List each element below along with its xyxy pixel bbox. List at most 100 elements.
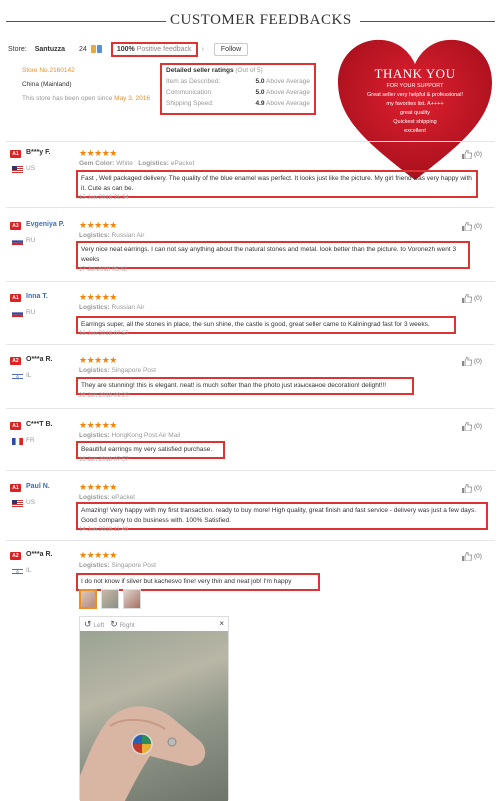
review-meta: Logistics: Singapore Post xyxy=(79,367,156,374)
divider xyxy=(6,408,495,409)
buyer-level-badge: A1 xyxy=(10,150,21,158)
thank-you-line: Great seller very helpful & professional… xyxy=(367,92,463,98)
review-photo-thumbnails xyxy=(79,589,141,609)
rotate-right-button[interactable]: ↻ Right xyxy=(110,619,135,630)
thank-you-heart: THANK YOU FOR YOUR SUPPORT Great seller … xyxy=(330,30,500,190)
ratings-subtitle: (Out of 5) xyxy=(235,67,263,74)
buyer-level-badge: A2 xyxy=(10,357,21,365)
thumbs-up-icon xyxy=(462,422,472,431)
medal-icon xyxy=(90,44,103,55)
rating-row: Communication: 5.0 Above Average xyxy=(166,89,310,96)
helpful-button[interactable]: (0) xyxy=(462,222,482,231)
buyer-level-badge: A1 xyxy=(10,422,21,430)
review-photo xyxy=(80,631,228,801)
review-date: 28 Jun 2018 09:20 xyxy=(79,393,129,399)
rating-stars: ★★★★★ xyxy=(79,148,117,158)
store-info: Store No.2160142 China (Mainland) This s… xyxy=(22,64,150,104)
store-label: Store: xyxy=(8,46,27,53)
divider xyxy=(6,540,495,541)
photo-thumbnail[interactable] xyxy=(101,589,119,609)
buyer-country: US xyxy=(26,499,36,506)
follow-button[interactable]: Follow xyxy=(213,43,249,56)
thank-you-line: Quickest shipping xyxy=(393,119,437,125)
helpful-button[interactable]: (0) xyxy=(462,357,482,366)
ru-flag-icon xyxy=(12,238,23,245)
fr-flag-icon xyxy=(12,438,23,445)
viewer-toolbar: ↺ Left ↻ Right × xyxy=(80,617,228,631)
buyer-name: Paul N. xyxy=(26,483,50,490)
buyer-country: RU xyxy=(26,237,36,244)
chevron-down-icon[interactable]: › xyxy=(202,46,204,53)
review-date: 16 Jun 2018 07:57 xyxy=(79,331,129,337)
helpful-button[interactable]: (0) xyxy=(462,294,482,303)
close-icon[interactable]: × xyxy=(219,619,224,628)
rotate-right-icon: ↻ xyxy=(110,618,118,629)
thank-you-title: THANK YOU xyxy=(374,66,456,81)
il-flag-icon xyxy=(12,568,23,575)
store-bar: Store: Santuzza 24 100% Positive feedbac… xyxy=(8,42,249,57)
helpful-button[interactable]: (0) xyxy=(462,150,482,159)
thank-you-line: FOR YOUR SUPPORT xyxy=(386,83,444,89)
thumbs-up-icon xyxy=(462,222,472,231)
buyer-name: C***T B. xyxy=(26,421,53,428)
review-date: 17 Jul 2018 06:42 xyxy=(79,267,127,273)
review-date: 14 Jun 2018 11:49 xyxy=(79,527,129,533)
helpful-button[interactable]: (0) xyxy=(462,484,482,493)
ru-flag-icon xyxy=(12,310,23,317)
divider xyxy=(6,470,495,471)
rotate-left-button[interactable]: ↺ Left xyxy=(84,619,104,630)
buyer-name: Evgeniya P. xyxy=(26,221,65,228)
us-flag-icon xyxy=(12,500,23,507)
rating-stars: ★★★★★ xyxy=(79,292,117,302)
earring-photo-image xyxy=(80,706,206,801)
thank-you-line: my favorites list. A++++ xyxy=(386,101,444,107)
store-name[interactable]: Santuzza xyxy=(35,46,65,53)
buyer-country: US xyxy=(26,165,36,172)
buyer-name: Inna T. xyxy=(26,293,48,300)
buyer-level-badge: A1 xyxy=(10,294,21,302)
buyer-level-badge: A2 xyxy=(10,552,21,560)
divider xyxy=(6,281,495,282)
divider xyxy=(6,141,495,142)
thumbs-up-icon xyxy=(462,357,472,366)
thumbs-up-icon xyxy=(462,484,472,493)
review-meta: Logistics: Russian Air xyxy=(79,232,145,239)
header-rule-left xyxy=(6,21,166,22)
rating-row: Item as Described: 5.0 Above Average xyxy=(166,78,310,85)
store-number[interactable]: Store No.2160142 xyxy=(22,64,150,78)
buyer-country: FR xyxy=(26,437,35,444)
rating-stars: ★★★★★ xyxy=(79,220,117,230)
buyer-country: IL xyxy=(26,372,32,379)
us-flag-icon xyxy=(12,166,23,173)
header-rule-right xyxy=(360,21,495,22)
rating-row: Shipping Speed: 4.9 Above Average xyxy=(166,100,310,107)
review-comment: Very nice neat earrings. I can not say a… xyxy=(76,241,470,269)
review-meta: Logistics: HongKong Post Air Mail xyxy=(79,432,181,439)
rating-stars: ★★★★★ xyxy=(79,550,117,560)
page-title: CUSTOMER FEEDBACKS xyxy=(170,12,352,28)
store-age: This store has been open since May 3, 20… xyxy=(22,95,150,102)
review-meta: Gem Color: White Logistics: ePacket xyxy=(79,160,195,167)
thumbs-up-icon xyxy=(462,552,472,561)
helpful-button[interactable]: (0) xyxy=(462,422,482,431)
photo-thumbnail[interactable] xyxy=(123,589,141,609)
helpful-button[interactable]: (0) xyxy=(462,552,482,561)
review-date: 16 Jun 2018 07:57 xyxy=(79,457,129,463)
positive-feedback: 100% Positive feedback xyxy=(110,42,198,57)
buyer-name: O***a R. xyxy=(26,551,53,558)
thumbs-up-icon xyxy=(462,294,472,303)
photo-thumbnail[interactable] xyxy=(79,589,97,609)
review-comment: Earrings super, all the stones in place,… xyxy=(76,316,456,334)
buyer-country: RU xyxy=(26,309,36,316)
review-meta: Logistics: Singapore Post xyxy=(79,562,156,569)
thank-you-line: great quality xyxy=(400,110,430,116)
divider xyxy=(6,207,495,208)
ratings-title: Detailed seller ratings xyxy=(166,67,234,74)
review-meta: Logistics: Russian Air xyxy=(79,304,145,311)
thumbs-up-icon xyxy=(462,150,472,159)
rating-stars: ★★★★★ xyxy=(79,482,117,492)
review-comment: Amazing! Very happy with my first transa… xyxy=(76,502,488,530)
rotate-left-icon: ↺ xyxy=(84,618,92,629)
buyer-name: O***a R. xyxy=(26,356,53,363)
buyer-name: B***y F. xyxy=(26,149,51,156)
